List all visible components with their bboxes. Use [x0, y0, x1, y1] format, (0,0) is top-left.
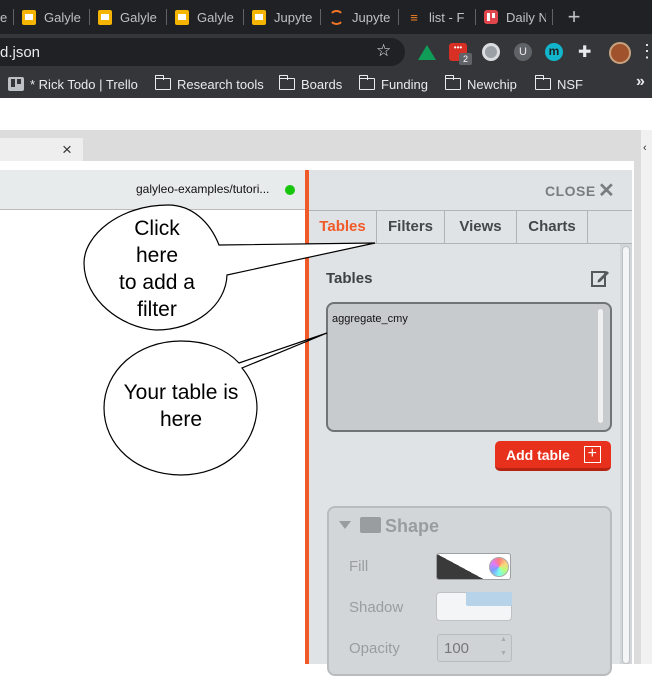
callout-line: to add a: [119, 271, 195, 294]
callout-line: filter: [137, 298, 177, 321]
table-callout: Your table is here: [106, 379, 256, 433]
callout-line: here: [159, 408, 203, 431]
callout-line: Your table is: [123, 381, 239, 404]
filter-callout: Click here to add a filter: [95, 215, 219, 323]
callout-overlay: [83, 204, 376, 476]
callout-line: here: [135, 244, 179, 267]
callout-line: Click: [134, 217, 180, 240]
